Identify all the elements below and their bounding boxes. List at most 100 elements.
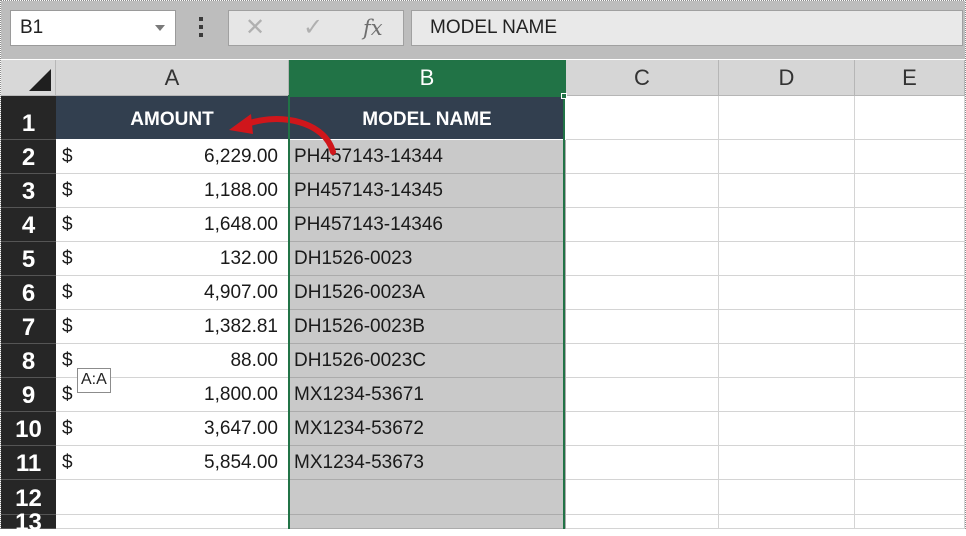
cell[interactable] (566, 446, 719, 480)
cell[interactable] (566, 276, 719, 310)
row-header[interactable]: 2 (1, 140, 56, 174)
cell[interactable] (855, 412, 965, 446)
row-header[interactable]: 10 (1, 412, 56, 446)
model-name-value: MX1234-53672 (294, 418, 424, 439)
row-header[interactable]: 11 (1, 446, 56, 480)
column-header-e[interactable]: E (855, 60, 965, 96)
model-name-cell[interactable]: DH1526-0023 (289, 242, 566, 276)
amount-cell[interactable]: $132.00 (56, 242, 289, 276)
row-header[interactable]: 7 (1, 310, 56, 344)
cell[interactable] (855, 174, 965, 208)
cell[interactable] (855, 480, 965, 515)
currency-symbol: $ (62, 282, 73, 303)
cell[interactable] (566, 515, 719, 529)
row-header[interactable]: 13 (1, 511, 56, 535)
name-box-value: B1 (20, 17, 44, 38)
amount-value: 5,854.00 (204, 452, 278, 473)
cell[interactable] (855, 515, 965, 529)
model-name-cell[interactable]: DH1526-0023A (289, 276, 566, 310)
currency-symbol: $ (62, 214, 73, 235)
cell[interactable] (855, 446, 965, 480)
formula-input[interactable]: MODEL NAME (411, 10, 963, 46)
cell[interactable] (719, 208, 855, 242)
cell[interactable] (855, 208, 965, 242)
cell[interactable] (855, 242, 965, 276)
cell[interactable] (566, 96, 719, 140)
cell[interactable] (566, 208, 719, 242)
chevron-down-icon[interactable] (155, 25, 165, 31)
cell[interactable] (855, 344, 965, 378)
amount-cell[interactable]: $1,188.00 (56, 174, 289, 208)
cell[interactable] (719, 412, 855, 446)
amount-cell[interactable]: $1,382.81 (56, 310, 289, 344)
currency-symbol: $ (62, 350, 73, 371)
cell[interactable] (719, 378, 855, 412)
fill-handle[interactable] (561, 93, 567, 99)
cell[interactable] (566, 242, 719, 276)
insert-function-button[interactable]: fx (363, 11, 383, 45)
row-header[interactable]: 5 (1, 242, 56, 276)
cell[interactable] (719, 242, 855, 276)
cell[interactable] (719, 446, 855, 480)
row-header[interactable]: 6 (1, 276, 56, 310)
cell[interactable] (855, 96, 965, 140)
cell[interactable] (719, 140, 855, 174)
cell[interactable] (566, 310, 719, 344)
cell[interactable] (56, 515, 289, 529)
model-name-value: PH457143-14345 (294, 180, 443, 201)
cell[interactable] (855, 310, 965, 344)
cell[interactable] (566, 140, 719, 174)
amount-cell[interactable]: $1,648.00 (56, 208, 289, 242)
model-name-cell[interactable]: MX1234-53672 (289, 412, 566, 446)
cell[interactable] (289, 515, 566, 529)
cell[interactable] (719, 174, 855, 208)
amount-cell[interactable]: $5,854.00 (56, 446, 289, 480)
cell[interactable] (566, 344, 719, 378)
cell[interactable] (719, 344, 855, 378)
cell[interactable] (719, 96, 855, 140)
currency-symbol: $ (62, 418, 73, 439)
more-options-icon[interactable] (197, 14, 205, 42)
model-name-cell[interactable]: DH1526-0023B (289, 310, 566, 344)
column-header-b[interactable]: B (289, 60, 566, 96)
cell[interactable] (719, 515, 855, 529)
row-header[interactable]: 1 (1, 96, 56, 140)
row-header[interactable]: 9 (1, 378, 56, 412)
currency-symbol: $ (62, 146, 73, 167)
model-name-cell[interactable]: PH457143-14346 (289, 208, 566, 242)
cell[interactable] (566, 378, 719, 412)
select-all-button[interactable] (1, 60, 56, 96)
currency-symbol: $ (62, 316, 73, 337)
amount-value: 1,800.00 (204, 384, 278, 405)
currency-symbol: $ (62, 248, 73, 269)
amount-cell[interactable]: $4,907.00 (56, 276, 289, 310)
column-header-c[interactable]: C (566, 60, 719, 96)
row-header[interactable]: 4 (1, 208, 56, 242)
name-box[interactable]: B1 (10, 10, 176, 46)
cell[interactable] (56, 480, 289, 515)
row-header[interactable]: 8 (1, 344, 56, 378)
cell[interactable] (855, 276, 965, 310)
cell[interactable] (566, 480, 719, 515)
cell[interactable] (855, 378, 965, 412)
cell[interactable] (855, 140, 965, 174)
cell[interactable] (566, 412, 719, 446)
model-name-cell[interactable]: PH457143-14345 (289, 174, 566, 208)
column-header-d[interactable]: D (719, 60, 855, 96)
column-header-a[interactable]: A (56, 60, 289, 96)
cell[interactable] (719, 276, 855, 310)
row-header[interactable]: 3 (1, 174, 56, 208)
cell[interactable] (719, 310, 855, 344)
cell[interactable] (289, 480, 566, 515)
amount-cell[interactable]: $3,647.00 (56, 412, 289, 446)
cell[interactable] (719, 480, 855, 515)
amount-value: 1,648.00 (204, 214, 278, 235)
check-icon[interactable]: ✓ (303, 11, 323, 45)
close-icon[interactable]: ✕ (245, 11, 265, 45)
model-name-value: PH457143-14346 (294, 214, 443, 235)
model-name-cell[interactable]: DH1526-0023C (289, 344, 566, 378)
model-name-cell[interactable]: MX1234-53673 (289, 446, 566, 480)
cell[interactable] (566, 174, 719, 208)
model-name-cell[interactable]: MX1234-53671 (289, 378, 566, 412)
model-name-value: DH1526-0023B (294, 316, 425, 337)
